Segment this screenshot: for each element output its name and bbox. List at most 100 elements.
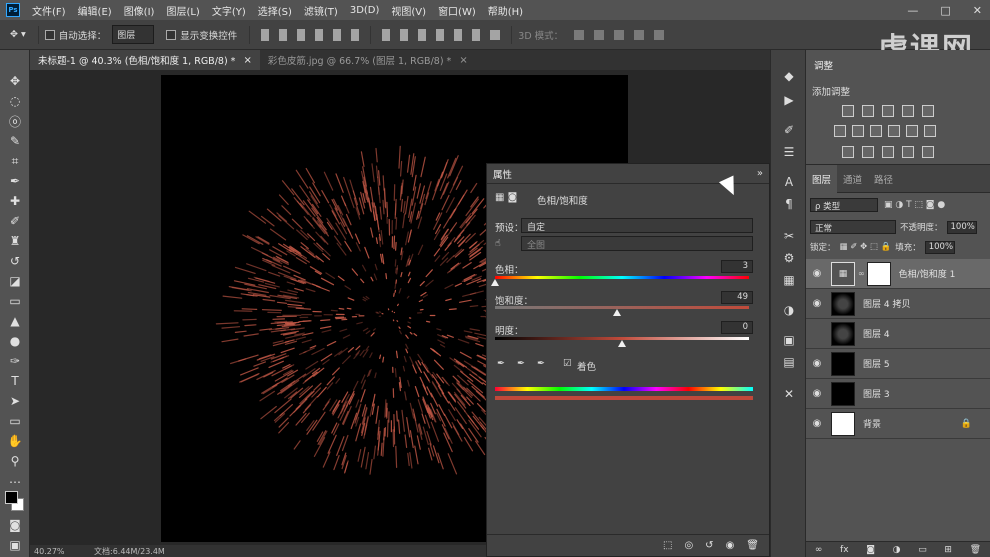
lasso-tool-icon[interactable]: ⓞ — [8, 114, 22, 129]
quick-mask-icon[interactable]: ◙ — [8, 518, 22, 532]
curves-icon[interactable] — [882, 105, 894, 117]
move-tool-icon[interactable]: ✥ ▾ — [10, 29, 26, 40]
glyphs-icon[interactable]: ▤ — [781, 354, 797, 370]
3d-rotate-icon[interactable] — [574, 29, 585, 40]
layer-filter-dropdown[interactable]: ρ 类型 — [810, 198, 878, 212]
history-icon[interactable]: ◆ — [781, 68, 797, 84]
tools-icon[interactable]: ✕ — [781, 386, 797, 402]
distribute-hcenter-icon[interactable] — [454, 28, 463, 41]
brush-tool-icon[interactable]: ✐ — [8, 214, 22, 228]
navigator-icon[interactable]: ▦ — [781, 272, 797, 288]
lock-icons[interactable]: ▦ ✐ ✥ ⬚ 🔒 — [840, 242, 892, 252]
add-mask-icon[interactable]: ◙ — [866, 545, 875, 555]
color-lookup-icon[interactable] — [924, 125, 936, 137]
fill-input[interactable]: 100% — [924, 240, 955, 254]
blur-tool-icon[interactable]: ▲ — [8, 314, 22, 328]
history-brush-tool-icon[interactable]: ↺ — [8, 254, 22, 268]
tab-layers[interactable]: 图层 — [806, 164, 838, 193]
move-tool-icon[interactable]: ✥ — [8, 74, 22, 88]
layer-row[interactable]: ◉ ▦ ∞ 色相/饱和度 1 — [806, 259, 990, 289]
show-transform-checkbox[interactable] — [166, 29, 177, 40]
visibility-eye-icon[interactable]: ◉ — [806, 298, 828, 309]
tab-channels[interactable]: 通道 — [837, 165, 868, 193]
delete-icon[interactable]: 🗑 — [746, 540, 759, 551]
distribute-right-icon[interactable] — [472, 28, 481, 41]
eyedropper-tool-icon[interactable]: ✒ — [8, 174, 22, 188]
more-tools-icon[interactable]: … — [8, 472, 22, 486]
gradient-map-icon[interactable] — [922, 146, 934, 158]
layer-mask-thumbnail[interactable] — [866, 261, 891, 286]
posterize-icon[interactable] — [862, 146, 874, 158]
clip-to-layer-icon[interactable]: ⬚ — [663, 540, 672, 551]
new-group-icon[interactable]: ▭ — [918, 545, 927, 555]
visibility-eye-icon[interactable]: ◉ — [806, 358, 828, 369]
shape-tool-icon[interactable]: ▭ — [8, 414, 22, 428]
hand-tool-icon[interactable]: ✋ — [8, 434, 23, 448]
panel-collapse-icon[interactable]: » — [757, 168, 763, 179]
quick-select-tool-icon[interactable]: ✎ — [8, 134, 22, 148]
layer-row[interactable]: ◉ 背景 🔒 — [806, 409, 990, 439]
auto-align-icon[interactable] — [490, 29, 501, 40]
lightness-value-input[interactable]: 0 — [721, 321, 753, 334]
brush-presets-icon[interactable]: ☰ — [781, 144, 797, 160]
brush-settings-icon[interactable]: ✐ — [781, 122, 797, 138]
align-top-icon[interactable] — [261, 28, 270, 41]
align-bottom-icon[interactable] — [297, 28, 306, 41]
menu-3d[interactable]: 3D(D) — [350, 5, 380, 16]
preset-dropdown[interactable]: 自定 — [521, 218, 753, 233]
filter-icons[interactable]: ▣ ◑ T ⬚ ◙ ● — [884, 200, 945, 210]
3d-roll-icon[interactable] — [594, 29, 605, 40]
menu-image[interactable]: 图像(I) — [124, 3, 155, 18]
mask-link-icon[interactable]: ∞ — [858, 269, 865, 278]
maximize-button[interactable]: □ — [940, 4, 950, 17]
hue-slider-track[interactable] — [495, 276, 749, 279]
colorize-checkbox[interactable]: ☑ — [563, 358, 572, 369]
tab-paths[interactable]: 路径 — [868, 165, 899, 193]
menu-filter[interactable]: 滤镜(T) — [304, 3, 338, 18]
threshold-icon[interactable] — [882, 146, 894, 158]
zoom-tool-icon[interactable]: ⚲ — [8, 454, 22, 468]
marquee-tool-icon[interactable]: ◌ — [8, 94, 22, 108]
photo-filter-icon[interactable] — [888, 125, 900, 137]
visibility-eye-icon[interactable]: ◉ — [806, 418, 828, 429]
brightness-icon[interactable] — [842, 105, 854, 117]
visibility-eye-icon[interactable]: ◉ — [806, 328, 828, 339]
channel-dropdown[interactable]: 全图 — [521, 236, 753, 251]
menu-type[interactable]: 文字(Y) — [212, 3, 246, 18]
gradient-tool-icon[interactable]: ▭ — [8, 294, 22, 308]
close-icon[interactable]: × — [459, 55, 467, 66]
align-vcenter-icon[interactable] — [279, 28, 288, 41]
zoom-level[interactable]: 40.27% — [34, 547, 94, 556]
selective-color-icon[interactable] — [902, 146, 914, 158]
black-white-icon[interactable] — [870, 125, 882, 137]
saturation-slider-thumb[interactable] — [612, 309, 621, 316]
vibrance-icon[interactable] — [922, 105, 934, 117]
crop-tool-icon[interactable]: ⌗ — [8, 154, 22, 168]
tool-presets-icon[interactable]: ✂ — [781, 228, 797, 244]
menu-view[interactable]: 视图(V) — [391, 3, 426, 18]
layer-row[interactable]: ◉ 图层 4 — [806, 319, 990, 349]
saturation-value-input[interactable]: 49 — [721, 291, 753, 304]
fx-icon[interactable]: fx — [840, 545, 849, 555]
align-hcenter-icon[interactable] — [333, 28, 342, 41]
eyedropper-subtract-icon[interactable]: ✒ — [537, 358, 545, 369]
color-balance-icon[interactable] — [852, 125, 864, 137]
pen-tool-icon[interactable]: ✑ — [8, 354, 22, 368]
hue-value-input[interactable]: 3 — [721, 260, 753, 273]
distribute-top-icon[interactable] — [382, 28, 391, 41]
visibility-eye-icon[interactable]: ◉ — [806, 268, 828, 279]
layer-row[interactable]: ◉ 图层 4 拷贝 — [806, 289, 990, 319]
new-layer-icon[interactable]: ⊞ — [944, 545, 952, 555]
eyedropper-icon[interactable]: ✒ — [497, 358, 505, 369]
3d-pan-icon[interactable] — [614, 29, 625, 40]
menu-layer[interactable]: 图层(L) — [166, 3, 199, 18]
tab-rubber-bands[interactable]: 彩色皮筋.jpg @ 66.7% (图层 1, RGB/8) * × — [260, 50, 476, 70]
stamp-tool-icon[interactable]: ♜ — [8, 234, 22, 248]
character-icon[interactable]: A — [781, 174, 797, 190]
menu-file[interactable]: 文件(F) — [32, 3, 66, 18]
close-icon[interactable]: × — [243, 55, 251, 66]
actions-play-icon[interactable]: ▶ — [781, 92, 797, 108]
tab-untitled-1[interactable]: 未标题-1 @ 40.3% (色相/饱和度 1, RGB/8) * × — [30, 50, 260, 70]
saturation-slider-track[interactable] — [495, 306, 749, 309]
exposure-icon[interactable] — [902, 105, 914, 117]
